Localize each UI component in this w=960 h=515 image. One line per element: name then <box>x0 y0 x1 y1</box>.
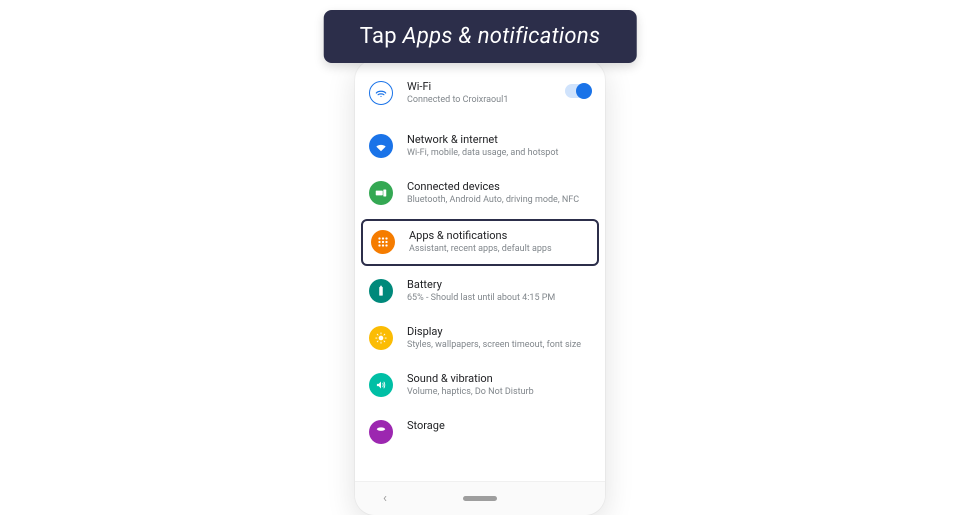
setting-apps-notifications[interactable]: Apps & notifications Assistant, recent a… <box>361 219 599 266</box>
setting-title: Sound & vibration <box>407 372 591 386</box>
setting-text: Storage <box>407 419 591 433</box>
setting-title: Connected devices <box>407 180 591 194</box>
setting-storage[interactable]: Storage <box>355 409 605 436</box>
instruction-emphasis: Apps & notifications <box>403 24 601 49</box>
instruction-banner: Tap Apps & notifications <box>324 10 637 63</box>
setting-text: Sound & vibration Volume, haptics, Do No… <box>407 372 591 399</box>
setting-text: Wi-Fi Connected to Croixraoul1 <box>407 80 551 107</box>
setting-subtitle: Connected to Croixraoul1 <box>407 95 551 107</box>
setting-subtitle: Wi-Fi, mobile, data usage, and hotspot <box>407 148 591 160</box>
sound-icon <box>369 373 393 397</box>
setting-text: Display Styles, wallpapers, screen timeo… <box>407 325 591 352</box>
setting-network[interactable]: Network & internet Wi-Fi, mobile, data u… <box>355 123 605 170</box>
setting-subtitle: Volume, haptics, Do Not Disturb <box>407 387 591 399</box>
setting-title: Display <box>407 325 591 339</box>
network-icon <box>369 134 393 158</box>
setting-subtitle: 65% - Should last until about 4:15 PM <box>407 293 591 305</box>
setting-battery[interactable]: Battery 65% - Should last until about 4:… <box>355 268 605 315</box>
storage-icon <box>369 420 393 444</box>
setting-title: Wi-Fi <box>407 80 551 94</box>
setting-text: Network & internet Wi-Fi, mobile, data u… <box>407 133 591 160</box>
nav-home-pill[interactable] <box>463 496 497 501</box>
apps-icon <box>371 230 395 254</box>
setting-title: Storage <box>407 419 591 433</box>
phone-frame: Wi-Fi Connected to Croixraoul1 Network &… <box>355 60 605 515</box>
setting-title: Battery <box>407 278 591 292</box>
setting-subtitle: Assistant, recent apps, default apps <box>409 244 589 256</box>
navigation-bar: ‹ <box>355 481 605 515</box>
wifi-toggle[interactable] <box>565 84 591 98</box>
setting-text: Battery 65% - Should last until about 4:… <box>407 278 591 305</box>
wifi-icon <box>369 81 393 105</box>
setting-title: Apps & notifications <box>409 229 589 243</box>
nav-back-button[interactable]: ‹ <box>383 491 387 506</box>
setting-connected-devices[interactable]: Connected devices Bluetooth, Android Aut… <box>355 170 605 217</box>
display-icon <box>369 326 393 350</box>
instruction-prefix: Tap <box>360 24 403 49</box>
setting-display[interactable]: Display Styles, wallpapers, screen timeo… <box>355 315 605 362</box>
battery-icon <box>369 279 393 303</box>
setting-subtitle: Styles, wallpapers, screen timeout, font… <box>407 340 591 352</box>
setting-title: Network & internet <box>407 133 591 147</box>
devices-icon <box>369 181 393 205</box>
setting-wifi[interactable]: Wi-Fi Connected to Croixraoul1 <box>355 70 605 117</box>
setting-subtitle: Bluetooth, Android Auto, driving mode, N… <box>407 195 591 207</box>
setting-sound[interactable]: Sound & vibration Volume, haptics, Do No… <box>355 362 605 409</box>
setting-text: Apps & notifications Assistant, recent a… <box>409 229 589 256</box>
settings-list: Wi-Fi Connected to Croixraoul1 Network &… <box>355 60 605 436</box>
setting-text: Connected devices Bluetooth, Android Aut… <box>407 180 591 207</box>
